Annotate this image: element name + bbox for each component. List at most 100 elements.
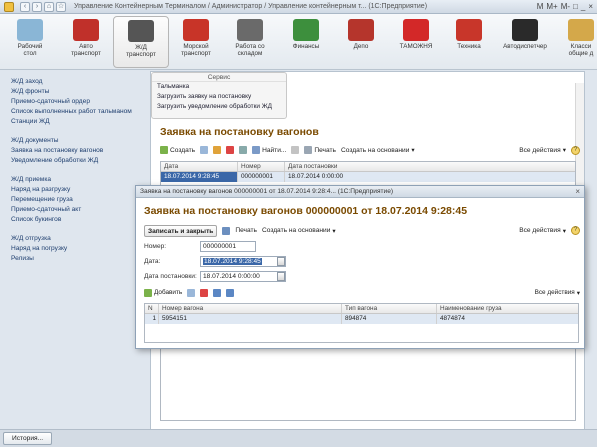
nav-item-releases[interactable]: Релизы bbox=[11, 254, 150, 264]
section-traffic-light-button[interactable]: Автодиспетчер bbox=[497, 16, 553, 68]
section-label: ТАМОЖНЯ bbox=[399, 43, 433, 50]
service-item-tally[interactable]: Тальманка bbox=[152, 82, 286, 92]
nav-item-processing-notice[interactable]: Уведомление обработки ЖД bbox=[11, 156, 150, 166]
items-toolbar: Добавить Все действия ▾ bbox=[144, 287, 580, 298]
cell-number: 000000001 bbox=[238, 172, 285, 182]
minimize-button[interactable]: _ bbox=[581, 2, 585, 12]
section-desktop-button[interactable]: Рабочий стол bbox=[2, 16, 58, 68]
dialog-title: Заявка на постановку вагонов 000000001 о… bbox=[144, 205, 468, 217]
column-date[interactable]: Дата bbox=[161, 162, 238, 171]
memory-m-button[interactable]: M bbox=[537, 2, 544, 12]
nav-item-rail-fronts[interactable]: Ж/Д фронты bbox=[11, 87, 150, 97]
section-warehouse-button[interactable]: Работа со складом bbox=[222, 16, 278, 68]
section-crane-button[interactable]: Техника bbox=[441, 16, 497, 68]
column-wagon-number[interactable]: Номер вагона bbox=[159, 304, 342, 313]
nav-item-rail-arrival[interactable]: Ж/Д заход bbox=[11, 77, 150, 87]
close-button[interactable]: × bbox=[588, 2, 593, 12]
save-close-button[interactable]: Записать и закрыть bbox=[144, 224, 218, 237]
date-label: Дата: bbox=[144, 258, 161, 265]
print-label: Печать bbox=[314, 146, 336, 154]
create-based-label: Создать на основании bbox=[340, 146, 410, 154]
window-title: Управление Контейнерным Терминалом / Адм… bbox=[74, 3, 428, 10]
section-book-button[interactable]: Класси общие д bbox=[553, 16, 597, 68]
memory-mminus-button[interactable]: M- bbox=[561, 2, 570, 12]
dialog-print-label: Печать bbox=[235, 227, 257, 234]
dialog-close-icon[interactable]: × bbox=[575, 187, 580, 196]
dialog-all-actions-button[interactable]: Все действия ▾ bbox=[519, 227, 566, 235]
delete-icon[interactable] bbox=[226, 146, 235, 154]
save-icon[interactable] bbox=[222, 226, 231, 235]
number-field[interactable]: 000000001 bbox=[200, 241, 256, 252]
ship-icon bbox=[183, 19, 209, 41]
service-title: Сервис bbox=[152, 73, 286, 82]
date-post-field[interactable]: 18.07.2014 0:00:00 bbox=[200, 271, 286, 282]
all-actions-button[interactable]: Все действия ▾ bbox=[519, 146, 566, 155]
dialog-create-based-button[interactable]: Создать на основании ▾ bbox=[262, 227, 336, 235]
section-customs-button[interactable]: ТАМОЖНЯ bbox=[388, 16, 444, 68]
copy-row-icon[interactable] bbox=[187, 288, 196, 297]
document-dialog: Заявка на постановку вагонов 000000001 о… bbox=[135, 185, 585, 349]
copy-icon[interactable] bbox=[200, 146, 209, 154]
column-date-post[interactable]: Дата постановки bbox=[285, 162, 575, 171]
help-icon[interactable]: ? bbox=[571, 145, 580, 155]
cell-wagon-number: 5954151 bbox=[159, 314, 342, 324]
memory-mplus-button[interactable]: M+ bbox=[546, 2, 557, 12]
section-container-button[interactable]: Депо bbox=[333, 16, 389, 68]
nav-item-unloading-order[interactable]: Наряд на разгрузку bbox=[11, 185, 150, 195]
find-label: Найти... bbox=[262, 146, 287, 154]
section-truck-button[interactable]: Авто транспорт bbox=[58, 16, 114, 68]
service-item-load-notice[interactable]: Загрузить уведомление обработки ЖД bbox=[152, 102, 286, 112]
traffic-light-icon bbox=[512, 19, 538, 41]
column-number[interactable]: Номер bbox=[238, 162, 285, 171]
nav-item-loading-order[interactable]: Наряд на погрузку bbox=[11, 244, 150, 254]
column-cargo-name[interactable]: Наименование груза bbox=[437, 304, 578, 313]
all-actions-label: Все действия bbox=[519, 146, 561, 154]
nav-item-wagon-request[interactable]: Заявка на постановку вагонов bbox=[11, 146, 150, 156]
dialog-help-icon[interactable]: ? bbox=[571, 226, 580, 235]
section-label: Техника bbox=[457, 43, 481, 50]
move-down-icon[interactable] bbox=[226, 288, 235, 297]
add-button[interactable]: Добавить bbox=[144, 288, 182, 297]
service-item-load-request[interactable]: Загрузить заявку на постановку bbox=[152, 92, 286, 102]
date-value: 18.07.2014 9:28:45 bbox=[203, 258, 262, 265]
list-toolbar: Создать Найти... Печать Создать на основ… bbox=[160, 144, 580, 156]
back-icon[interactable]: ‹ bbox=[20, 1, 30, 12]
history-button[interactable]: История... bbox=[3, 432, 53, 445]
table-row[interactable]: 18.07.2014 9:28:45 000000001 18.07.2014 … bbox=[161, 172, 575, 182]
table-row[interactable]: 1 5954151 894874 4874874 bbox=[145, 314, 578, 324]
dialog-all-actions-label: Все действия bbox=[519, 227, 561, 234]
column-n[interactable]: N bbox=[145, 304, 159, 313]
delete-row-icon[interactable] bbox=[200, 288, 209, 297]
items-all-actions-button[interactable]: Все действия ▾ bbox=[535, 289, 580, 297]
date-field[interactable]: 18.07.2014 9:28:45 bbox=[200, 256, 286, 267]
forward-icon[interactable]: › bbox=[32, 1, 42, 12]
nav-item-acceptance-order[interactable]: Приемо-сдаточный ордер bbox=[11, 97, 150, 107]
date-post-calendar-icon[interactable] bbox=[277, 272, 285, 281]
post-icon[interactable] bbox=[239, 146, 248, 154]
crane-icon bbox=[456, 19, 482, 41]
truck-icon bbox=[73, 19, 99, 41]
nav-item-bookings[interactable]: Список букингов bbox=[11, 215, 150, 225]
customs-icon bbox=[403, 19, 429, 41]
star-icon[interactable]: ☆ bbox=[56, 1, 66, 12]
nav-item-cargo-move[interactable]: Перемещение груза bbox=[11, 195, 150, 205]
section-money-button[interactable]: Финансы bbox=[278, 16, 334, 68]
dialog-print-button[interactable]: Печать bbox=[235, 227, 257, 234]
train-icon bbox=[128, 20, 154, 42]
restore-button[interactable]: □ bbox=[573, 2, 578, 12]
create-button[interactable]: Создать bbox=[160, 146, 195, 154]
nav-item-tally-work-list[interactable]: Список выполненных работ тальманом bbox=[11, 107, 150, 117]
print-button[interactable]: Печать bbox=[304, 146, 336, 154]
edit-icon[interactable] bbox=[213, 146, 222, 154]
home-icon[interactable]: ⌂ bbox=[44, 1, 54, 12]
nav-item-stations[interactable]: Станции ЖД bbox=[11, 117, 150, 127]
cancel-search-icon[interactable] bbox=[291, 146, 300, 154]
move-up-icon[interactable] bbox=[213, 288, 222, 297]
column-wagon-type[interactable]: Тип вагона bbox=[342, 304, 437, 313]
nav-item-acceptance-act[interactable]: Приемо-сдаточный акт bbox=[11, 205, 150, 215]
create-based-button[interactable]: Создать на основании ▾ bbox=[340, 146, 415, 155]
section-ship-button[interactable]: Морской транспорт bbox=[168, 16, 224, 68]
section-train-button[interactable]: Ж/Д транспорт bbox=[113, 16, 169, 68]
find-button[interactable]: Найти... bbox=[252, 146, 286, 154]
date-calendar-icon[interactable] bbox=[277, 257, 285, 266]
